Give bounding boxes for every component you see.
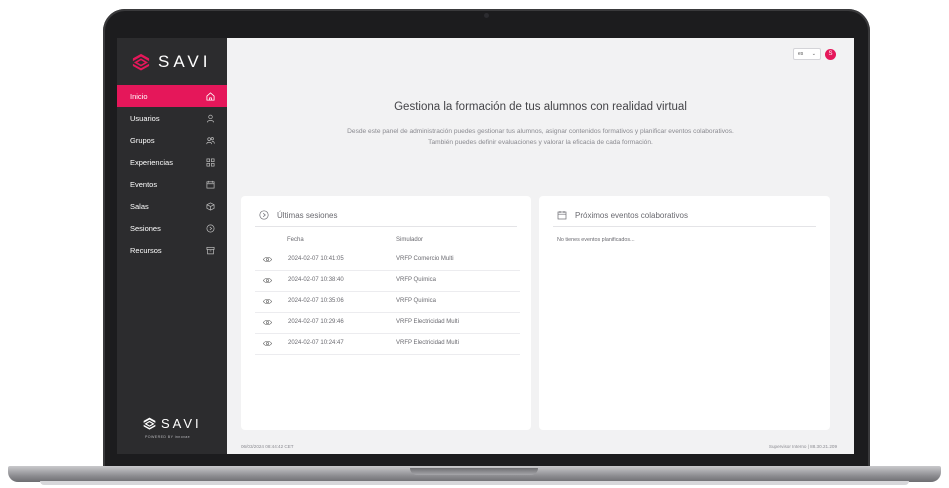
laptop-foot xyxy=(40,481,909,485)
session-simulator: VRFP Electricidad Multi xyxy=(396,340,459,346)
eye-icon[interactable] xyxy=(263,298,272,305)
page-title: Gestiona la formación de tus alumnos con… xyxy=(394,101,687,113)
camera-dot xyxy=(484,13,489,18)
table-row: 2024-02-07 10:41:05 VRFP Comercio Multi xyxy=(255,250,520,271)
events-card-header: Próximos eventos colaborativos xyxy=(557,210,688,220)
session-simulator: VRFP Electricidad Multi xyxy=(396,319,459,325)
home-icon xyxy=(206,91,215,101)
sidebar-item-recursos[interactable]: Recursos xyxy=(117,239,227,261)
column-header-simulador: Simulador xyxy=(396,237,424,243)
session-simulator: VRFP Comercio Multi xyxy=(396,256,454,262)
subtitle-line: También puedes definir evaluaciones y va… xyxy=(428,139,653,146)
status-user-info: Supervisor Interno | 88.30.21.209 xyxy=(768,444,837,449)
session-simulator: VRFP Química xyxy=(396,277,436,283)
sessions-card-title: Últimas sesiones xyxy=(277,210,338,220)
group-icon xyxy=(206,136,215,144)
events-card: Próximos eventos colaborativos No tienes… xyxy=(539,196,830,430)
table-row: 2024-02-07 10:29:46 VRFP Electricidad Mu… xyxy=(255,313,520,334)
eye-icon[interactable] xyxy=(263,277,272,284)
sessions-card: Últimas sesiones Fecha Simulador 2024-02… xyxy=(241,196,531,430)
sidebar-item-experiencias[interactable]: Experiencias xyxy=(117,151,227,173)
user-icon xyxy=(206,114,215,122)
brand-logo[interactable]: SAVI xyxy=(132,48,211,76)
eye-icon[interactable] xyxy=(263,319,272,326)
eye-icon[interactable] xyxy=(263,340,272,347)
footer-brand-name: SAVI xyxy=(161,416,202,431)
session-date: 2024-02-07 10:29:46 xyxy=(288,319,344,325)
sidebar-item-inicio[interactable]: Inicio xyxy=(117,85,227,107)
sidebar-nav: Inicio Usuarios Grupos Experiencias Even… xyxy=(117,85,227,261)
play-circle-icon xyxy=(206,224,215,232)
sidebar-item-label: Inicio xyxy=(130,91,148,101)
sidebar: SAVI Inicio Usuarios Grupos Experiencias… xyxy=(117,38,227,454)
sidebar-item-usuarios[interactable]: Usuarios xyxy=(117,107,227,129)
brand-name: SAVI xyxy=(158,52,212,71)
calendar-icon xyxy=(557,211,567,220)
session-date: 2024-02-07 10:24:47 xyxy=(288,340,344,346)
language-select[interactable]: es ⌄ xyxy=(793,48,821,60)
footer-brand-logo: SAVI xyxy=(143,416,202,431)
sidebar-item-label: Salas xyxy=(130,201,149,211)
sidebar-item-salas[interactable]: Salas xyxy=(117,195,227,217)
laptop-notch xyxy=(410,468,538,475)
subtitle-line: Desde este panel de administración puede… xyxy=(347,128,734,135)
sessions-table: 2024-02-07 10:41:05 VRFP Comercio Multi … xyxy=(255,250,520,355)
events-empty-text: No tienes eventos planificados... xyxy=(557,237,635,243)
chevron-down-icon: ⌄ xyxy=(811,51,816,57)
topbar: es ⌄ S xyxy=(793,48,836,60)
sessions-card-header: Últimas sesiones xyxy=(259,210,337,220)
sidebar-item-label: Recursos xyxy=(130,245,162,255)
sidebar-item-grupos[interactable]: Grupos xyxy=(117,129,227,151)
session-simulator: VRFP Química xyxy=(396,298,436,304)
sidebar-item-label: Sesiones xyxy=(130,223,161,233)
session-date: 2024-02-07 10:35:06 xyxy=(288,298,344,304)
events-card-title: Próximos eventos colaborativos xyxy=(575,210,688,220)
sidebar-item-label: Experiencias xyxy=(130,157,173,167)
column-header-fecha: Fecha xyxy=(287,237,304,243)
language-value: es xyxy=(798,51,804,57)
avatar[interactable]: S xyxy=(825,48,836,60)
sidebar-item-label: Grupos xyxy=(130,135,155,145)
eye-icon[interactable] xyxy=(263,256,272,263)
divider xyxy=(553,226,816,227)
powered-by-text: POWERED BY innovae xyxy=(145,435,191,439)
table-row: 2024-02-07 10:24:47 VRFP Electricidad Mu… xyxy=(255,334,520,355)
savi-logo-icon xyxy=(143,417,156,430)
session-date: 2024-02-07 10:38:40 xyxy=(288,277,344,283)
table-row: 2024-02-07 10:35:06 VRFP Química xyxy=(255,292,520,313)
session-date: 2024-02-07 10:41:05 xyxy=(288,256,344,262)
play-circle-icon xyxy=(259,210,269,220)
app-screen: SAVI Inicio Usuarios Grupos Experiencias… xyxy=(117,38,854,454)
divider xyxy=(255,226,517,227)
page-subtitle: Desde este panel de administración puede… xyxy=(227,126,854,148)
sidebar-item-eventos[interactable]: Eventos xyxy=(117,173,227,195)
savi-logo-icon xyxy=(132,53,150,71)
cube-icon xyxy=(206,201,215,211)
archive-icon xyxy=(206,246,215,254)
calendar-icon xyxy=(206,180,215,188)
sidebar-item-label: Eventos xyxy=(130,179,158,189)
status-timestamp: 06/03/2024 08:44:42 CET xyxy=(241,444,294,449)
table-row: 2024-02-07 10:38:40 VRFP Química xyxy=(255,271,520,292)
sidebar-item-sesiones[interactable]: Sesiones xyxy=(117,217,227,239)
grid-icon xyxy=(206,158,215,166)
sidebar-item-label: Usuarios xyxy=(130,113,160,123)
